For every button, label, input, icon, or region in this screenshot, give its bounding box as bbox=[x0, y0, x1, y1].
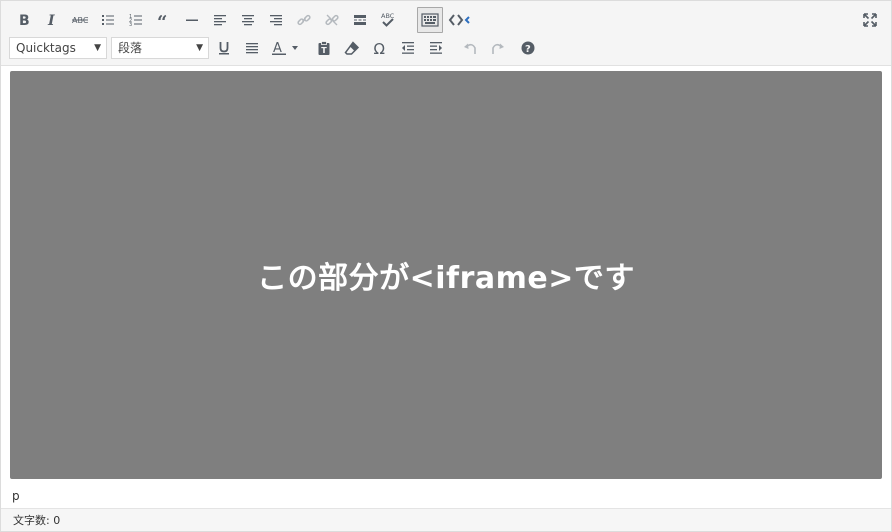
word-count: 文字数: 0 bbox=[13, 514, 61, 527]
strikethrough-icon: ABC bbox=[72, 16, 89, 25]
svg-text:Ω: Ω bbox=[374, 40, 385, 56]
justify-icon bbox=[246, 43, 258, 54]
redo-icon bbox=[492, 43, 504, 54]
eraser-icon bbox=[344, 41, 360, 55]
italic-icon: I bbox=[47, 13, 55, 28]
undo-icon bbox=[464, 43, 476, 54]
redo-button[interactable] bbox=[485, 35, 511, 61]
insert-link-button[interactable] bbox=[291, 7, 317, 33]
fullscreen-button[interactable] bbox=[857, 7, 883, 33]
indent-icon bbox=[430, 42, 442, 54]
element-path[interactable]: p bbox=[12, 489, 20, 503]
code-button[interactable] bbox=[446, 7, 476, 33]
svg-text:T: T bbox=[321, 46, 327, 55]
help-icon: ? bbox=[521, 41, 535, 55]
align-right-button[interactable] bbox=[263, 7, 289, 33]
horizontal-line-icon bbox=[186, 19, 198, 21]
unlink-icon bbox=[325, 14, 339, 26]
editor: B I ABC 1 2 3 “ ABC Quicktags ▼ 段落 ▼ A T… bbox=[0, 0, 892, 532]
code-icon bbox=[448, 14, 470, 26]
paste-text-icon: T bbox=[318, 41, 330, 55]
paste-text-button[interactable]: T bbox=[311, 35, 337, 61]
keyboard-icon bbox=[421, 13, 439, 27]
editor-toolbar: B I ABC 1 2 3 “ ABC Quicktags ▼ 段落 ▼ A T… bbox=[1, 1, 891, 66]
format-select[interactable]: 段落 ▼ bbox=[111, 37, 209, 59]
align-left-button[interactable] bbox=[207, 7, 233, 33]
svg-text:I: I bbox=[47, 13, 55, 28]
bullet-list-button[interactable] bbox=[95, 7, 121, 33]
indent-button[interactable] bbox=[423, 35, 449, 61]
omega-icon: Ω bbox=[374, 40, 385, 56]
strikethrough-button[interactable]: ABC bbox=[67, 7, 93, 33]
align-right-icon bbox=[270, 15, 282, 26]
outdent-button[interactable] bbox=[395, 35, 421, 61]
undo-button[interactable] bbox=[457, 35, 483, 61]
fullscreen-icon bbox=[863, 13, 877, 27]
blockquote-icon: “ bbox=[157, 12, 167, 28]
quicktags-select-value: Quicktags bbox=[16, 41, 76, 55]
blockquote-button[interactable]: “ bbox=[151, 7, 177, 33]
bold-button[interactable]: B bbox=[11, 7, 37, 33]
horizontal-line-button[interactable] bbox=[179, 7, 205, 33]
text-color-button[interactable]: A bbox=[267, 35, 307, 61]
read-more-icon bbox=[354, 15, 366, 25]
bullet-list-icon bbox=[102, 15, 114, 25]
remove-link-button[interactable] bbox=[319, 7, 345, 33]
iframe-placeholder-text: この部分が<iframe>です bbox=[257, 261, 635, 296]
numbered-list-icon: 1 2 3 bbox=[129, 14, 142, 28]
spellcheck-icon: ABC bbox=[381, 12, 395, 27]
italic-button[interactable]: I bbox=[39, 7, 65, 33]
numbered-list-button[interactable]: 1 2 3 bbox=[123, 7, 149, 33]
format-select-value: 段落 bbox=[118, 41, 143, 55]
svg-text:B: B bbox=[19, 13, 30, 28]
align-center-button[interactable] bbox=[235, 7, 261, 33]
chevron-down-icon: ▼ bbox=[94, 43, 101, 53]
editor-iframe[interactable]: この部分が<iframe>です bbox=[10, 71, 882, 479]
chevron-down-icon: ▼ bbox=[196, 43, 203, 53]
link-icon bbox=[297, 14, 311, 26]
underline-icon bbox=[219, 42, 229, 55]
underline-button[interactable] bbox=[211, 35, 237, 61]
quicktags-select[interactable]: Quicktags ▼ bbox=[9, 37, 107, 59]
align-left-icon bbox=[214, 15, 226, 26]
status-bar: 文字数: 0 bbox=[1, 508, 891, 531]
svg-text:“: “ bbox=[157, 12, 167, 28]
special-character-button[interactable]: Ω bbox=[367, 35, 393, 61]
text-color-icon: A bbox=[272, 41, 298, 56]
spellcheck-button[interactable]: ABC bbox=[375, 7, 401, 33]
justify-button[interactable] bbox=[239, 35, 265, 61]
help-button[interactable]: ? bbox=[515, 35, 541, 61]
outdent-icon bbox=[402, 42, 414, 54]
toolbar-toggle-button[interactable] bbox=[417, 7, 443, 33]
svg-text:3: 3 bbox=[129, 22, 132, 28]
align-center-icon bbox=[242, 15, 254, 26]
bold-icon: B bbox=[19, 13, 30, 28]
svg-text:?: ? bbox=[525, 44, 531, 55]
read-more-button[interactable] bbox=[347, 7, 373, 33]
clear-formatting-button[interactable] bbox=[339, 35, 365, 61]
